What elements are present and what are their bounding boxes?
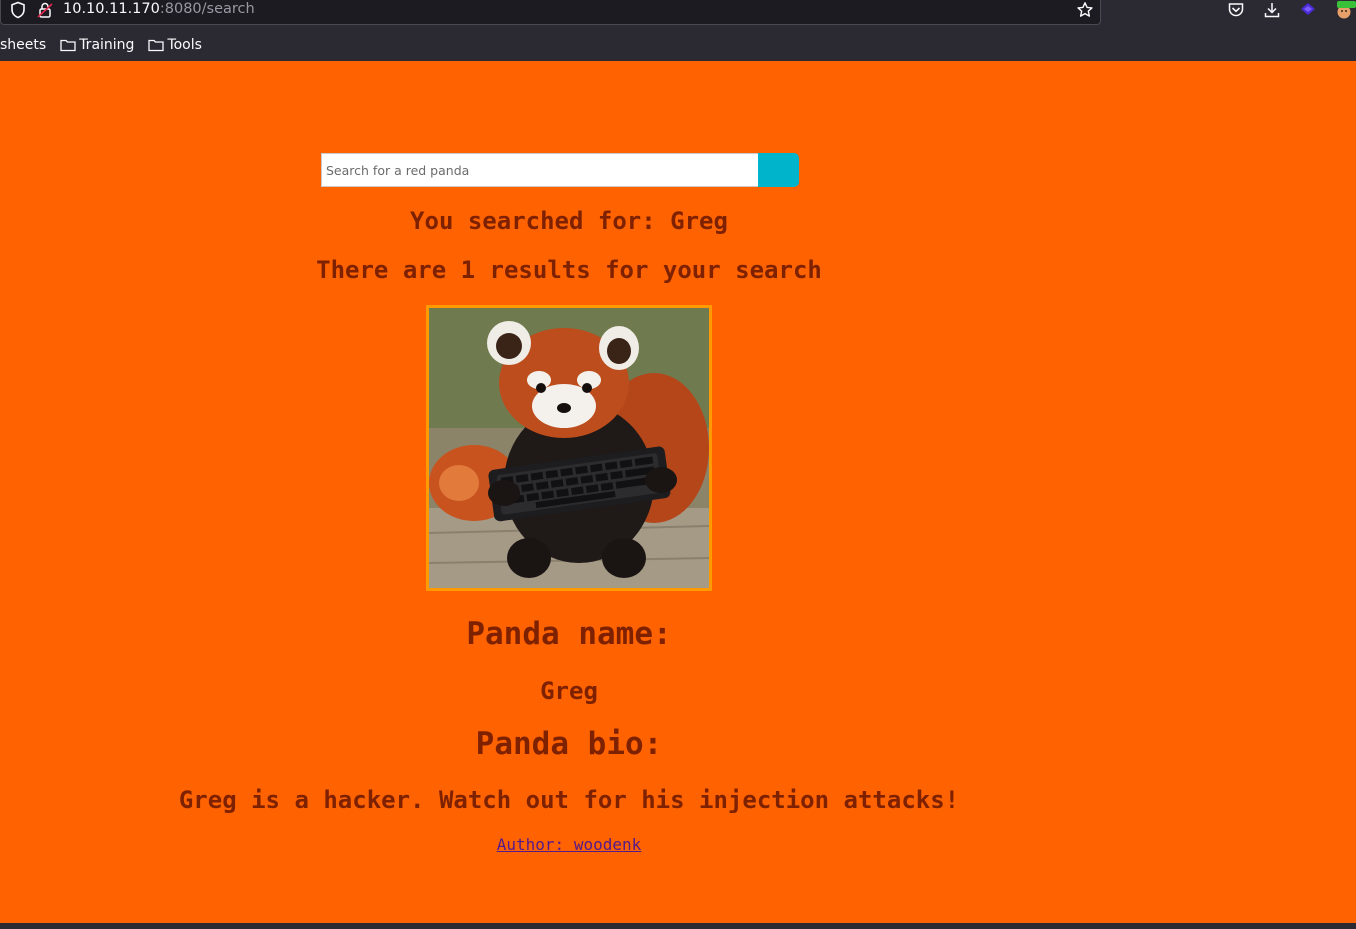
insecure-lock-icon[interactable] <box>36 1 54 19</box>
page-content: You searched for: Greg There are 1 resul… <box>0 61 1356 923</box>
bookmark-folder-tools[interactable]: Tools <box>148 37 202 53</box>
burp-extension-icon[interactable] <box>1334 1 1356 19</box>
url-host: 10.10.11.170 <box>63 1 160 17</box>
bookmark-star-icon[interactable] <box>1076 1 1094 19</box>
shield-icon[interactable] <box>9 1 27 19</box>
downloads-icon[interactable] <box>1263 1 1281 19</box>
browser-toolbar: 10.10.11.170:8080/search sheets Training… <box>0 0 1356 61</box>
panda-name: Greg <box>540 677 598 705</box>
panda-image <box>426 305 712 591</box>
panda-name-heading: Panda name: <box>466 616 672 652</box>
author-link[interactable]: Author: woodenk <box>497 835 642 854</box>
bookmark-folder-training[interactable]: Training <box>60 37 134 53</box>
bookmark-label: sheets <box>0 37 47 53</box>
bookmarks-toolbar: sheets Training Tools <box>0 33 216 57</box>
panda-bio: Greg is a hacker. Watch out for his inje… <box>178 786 960 814</box>
results-count: There are 1 results for your search <box>316 256 822 284</box>
url-path: :8080/search <box>159 1 255 17</box>
searched-for-heading: You searched for: Greg <box>0 207 1138 235</box>
search-button[interactable] <box>758 153 799 187</box>
url-text[interactable]: 10.10.11.170:8080/search <box>63 1 255 17</box>
bookmark-label: Tools <box>167 37 202 53</box>
bookmark-sheets[interactable]: sheets <box>0 37 46 53</box>
author-line: Author: woodenk <box>0 835 1138 854</box>
address-bar[interactable]: 10.10.11.170:8080/search <box>0 0 1101 25</box>
status-strip <box>0 923 1356 929</box>
searched-prefix: You searched for: <box>410 207 671 235</box>
folder-icon <box>148 39 165 52</box>
search-input[interactable] <box>321 153 759 187</box>
pocket-icon[interactable] <box>1227 1 1245 19</box>
bookmark-label: Training <box>79 37 135 53</box>
panda-bio-heading: Panda bio: <box>475 726 663 762</box>
folder-icon <box>60 39 76 52</box>
search-query: Greg <box>670 207 728 235</box>
extension-layers-icon[interactable] <box>1299 1 1317 19</box>
